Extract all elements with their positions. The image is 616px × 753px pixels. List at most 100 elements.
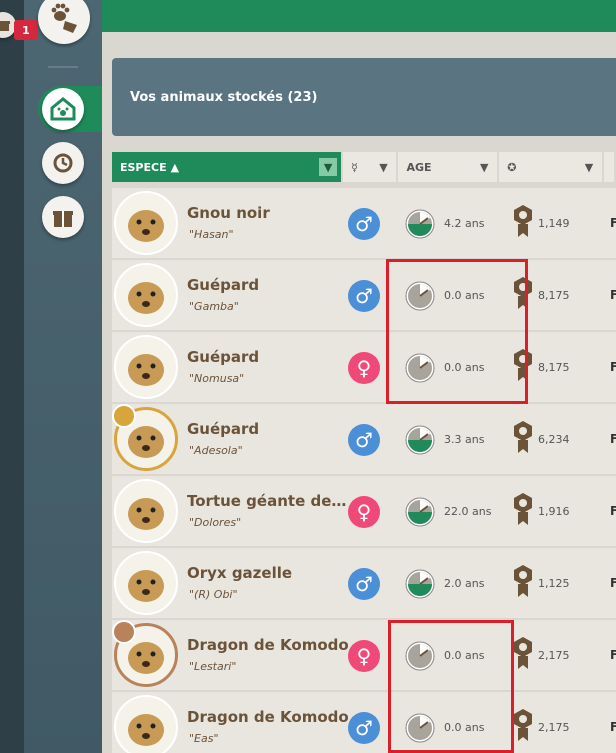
animal-reputation: 1,916: [538, 505, 570, 518]
animal-avatar: [114, 551, 178, 615]
animal-reputation: 2,175: [538, 649, 570, 662]
age-pie-icon: [405, 497, 435, 527]
col-espece-label: ESPECE: [120, 160, 167, 174]
reputation-icon: [514, 205, 532, 237]
male-icon: ♂: [348, 424, 380, 456]
animal-nickname: "(R) Obi": [189, 588, 238, 601]
col-sex[interactable]: ☿ ▼: [343, 152, 397, 182]
top-banner: [102, 0, 616, 32]
animal-nickname: "Lestari": [189, 660, 237, 673]
animal-extra: F: [610, 504, 616, 518]
highlight-box: [388, 620, 514, 753]
filter-icon[interactable]: ▼: [374, 158, 392, 176]
reputation-icon: [514, 421, 532, 453]
animal-age: 2.0 ans: [444, 577, 485, 590]
animal-list: Gnou noir "Hasan" ♂ 4.2 ans 1,149 F Guépard "Ga…: [112, 188, 616, 753]
filter-icon[interactable]: ▼: [475, 158, 493, 176]
filter-icon[interactable]: ▼: [580, 158, 598, 176]
animal-species: Dragon de Komodo: [187, 636, 349, 654]
animal-reputation: 2,175: [538, 721, 570, 734]
sex-icon: ☿: [351, 160, 358, 174]
reputation-icon: [514, 565, 532, 597]
col-more: [604, 152, 614, 182]
table-row[interactable]: Dragon de Komodo "Lestari" ♀ 0.0 ans 2,175 F: [112, 620, 616, 690]
filter-icon[interactable]: ▼: [319, 158, 338, 176]
animal-avatar: [114, 695, 178, 753]
highlight-box: [386, 259, 528, 404]
reputation-icon: [514, 637, 532, 669]
animal-species: Oryx gazelle: [187, 564, 293, 582]
age-pie-icon: [405, 569, 435, 599]
animal-species: Guépard: [187, 276, 260, 294]
reputation-icon: [514, 493, 532, 525]
reputation-icon: ✪: [507, 160, 517, 174]
table-row[interactable]: Oryx gazelle "(R) Obi" ♂ 2.0 ans 1,125 F: [112, 548, 616, 618]
animal-reputation: 8,175: [538, 289, 570, 302]
home-paw-icon: [50, 97, 76, 121]
paw-tag-icon: [51, 3, 77, 33]
animal-nickname: "Gamba": [189, 300, 239, 313]
animal-nickname: "Adesola": [189, 444, 243, 457]
animal-reputation: 8,175: [538, 361, 570, 374]
animal-species: Gnou noir: [187, 204, 270, 222]
table-row[interactable]: Guépard "Gamba" ♂ 0.0 ans 8,175 F: [112, 260, 616, 330]
animal-avatar: [114, 263, 178, 327]
table-row[interactable]: Gnou noir "Hasan" ♂ 4.2 ans 1,149 F: [112, 188, 616, 258]
animal-reputation: 6,234: [538, 433, 570, 446]
animal-nickname: "Nomusa": [189, 372, 245, 385]
col-reputation[interactable]: ✪ ▼: [499, 152, 603, 182]
table-row[interactable]: Guépard "Adesola" ♂ 3.3 ans 6,234 F: [112, 404, 616, 474]
sort-asc-icon: ▲: [170, 160, 180, 174]
animal-nickname: "Hasan": [189, 228, 234, 241]
animal-extra: F: [610, 576, 616, 590]
history-nav-button[interactable]: [42, 142, 84, 184]
female-icon: ♀: [348, 640, 380, 672]
col-age-label: AGE: [406, 160, 432, 174]
animal-species: Guépard: [187, 420, 260, 438]
animal-extra: F: [610, 432, 616, 446]
col-age[interactable]: AGE ▼: [398, 152, 498, 182]
animal-reputation: 1,149: [538, 217, 570, 230]
rank-medal-icon: [112, 620, 136, 644]
left-strip: [0, 0, 24, 753]
animal-age: 3.3 ans: [444, 433, 485, 446]
reputation-icon: [514, 709, 532, 741]
age-pie-icon: [405, 209, 435, 239]
male-icon: ♂: [348, 280, 380, 312]
male-icon: ♂: [348, 208, 380, 240]
female-icon: ♀: [348, 496, 380, 528]
table-row[interactable]: Guépard "Nomusa" ♀ 0.0 ans 8,175 F: [112, 332, 616, 402]
animal-nickname: "Eas": [189, 732, 219, 745]
animal-age: 4.2 ans: [444, 217, 485, 230]
storage-nav-button[interactable]: [42, 88, 84, 130]
animal-extra: F: [610, 720, 616, 734]
gift-icon: [53, 211, 73, 227]
notification-badge: 1: [14, 20, 38, 40]
animal-extra: F: [610, 288, 616, 302]
table-header: ESPECE ▲ ▼ ☿ ▼ AGE ▼ ✪ ▼: [112, 152, 616, 182]
table-row[interactable]: Tortue géante des... "Dolores" ♀ 22.0 ans 1,…: [112, 476, 616, 546]
male-icon: ♂: [348, 568, 380, 600]
sidebar-divider: [48, 66, 78, 68]
female-icon: ♀: [348, 352, 380, 384]
age-pie-icon: [405, 425, 435, 455]
animal-avatar: [114, 191, 178, 255]
animal-species: Guépard: [187, 348, 260, 366]
male-icon: ♂: [348, 712, 380, 744]
col-espece[interactable]: ESPECE ▲ ▼: [112, 152, 342, 182]
animal-species: Tortue géante des...: [187, 492, 352, 510]
animal-age: 22.0 ans: [444, 505, 492, 518]
animal-avatar: [114, 335, 178, 399]
gift-nav-button[interactable]: [42, 196, 84, 238]
page-title: Vos animaux stockés (23): [112, 58, 616, 136]
animal-extra: F: [610, 360, 616, 374]
animal-species: Dragon de Komodo: [187, 708, 349, 726]
table-row[interactable]: Dragon de Komodo "Eas" ♂ 0.0 ans 2,175 F: [112, 692, 616, 753]
animal-reputation: 1,125: [538, 577, 570, 590]
history-icon: [53, 153, 73, 173]
animal-extra: F: [610, 216, 616, 230]
animal-avatar: [114, 479, 178, 543]
animal-extra: F: [610, 648, 616, 662]
animal-nickname: "Dolores": [189, 516, 242, 529]
rank-medal-icon: [112, 404, 136, 428]
